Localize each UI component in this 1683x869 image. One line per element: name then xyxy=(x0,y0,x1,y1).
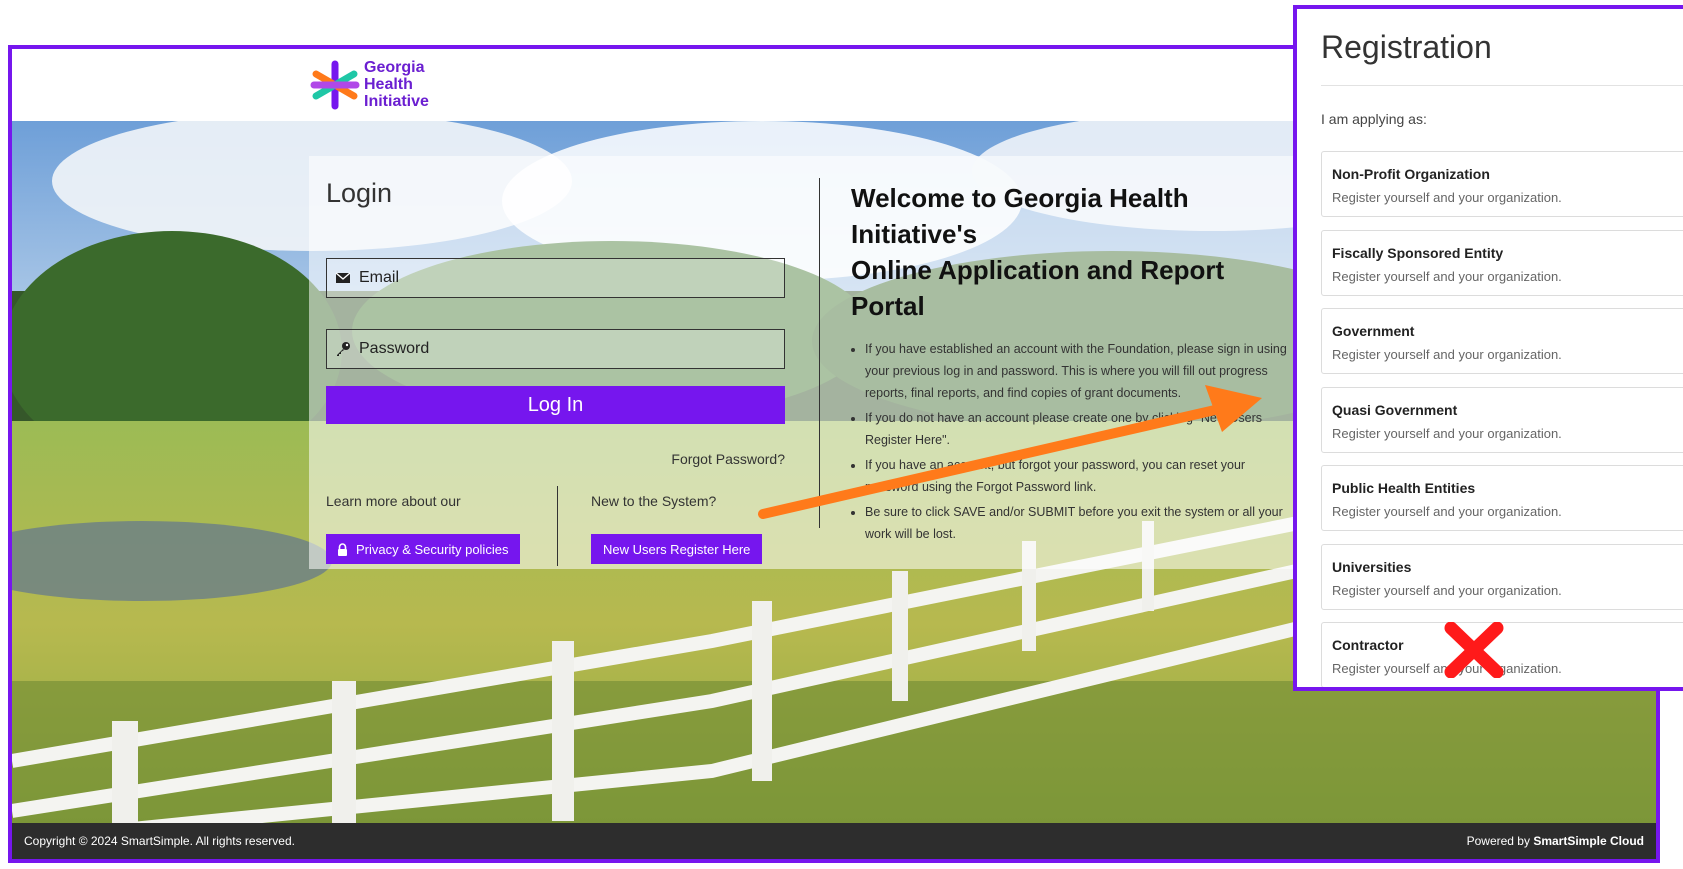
log-in-button[interactable]: Log In xyxy=(326,386,785,424)
logo-line1: Georgia xyxy=(364,59,425,76)
red-x-icon xyxy=(1444,622,1504,678)
logo-star-icon xyxy=(310,60,360,109)
welcome-title: Welcome to Georgia Health Initiative's O… xyxy=(851,180,1291,324)
option-universities[interactable]: Universities Register yourself and your … xyxy=(1321,544,1683,610)
welcome-title-line2: Online Application and Report Portal xyxy=(851,255,1225,321)
site-footer: Copyright © 2024 SmartSimple. All rights… xyxy=(12,823,1656,859)
option-desc: Register yourself and your organization. xyxy=(1332,426,1562,441)
option-fiscally-sponsored[interactable]: Fiscally Sponsored Entity Register yours… xyxy=(1321,230,1683,296)
option-name: Fiscally Sponsored Entity xyxy=(1332,245,1504,261)
privacy-button-label: Privacy & Security policies xyxy=(356,541,509,557)
login-panel: Login Email Password Log In Forgot Passw… xyxy=(309,156,1309,569)
registration-title: Registration xyxy=(1321,29,1492,65)
powered-by: Powered by SmartSimple Cloud xyxy=(1467,834,1644,848)
option-public-health[interactable]: Public Health Entities Register yourself… xyxy=(1321,465,1683,531)
option-quasi-government[interactable]: Quasi Government Register yourself and y… xyxy=(1321,387,1683,453)
powered-by-label: Powered by xyxy=(1466,834,1530,848)
key-icon xyxy=(337,342,350,356)
new-to-system-label: New to the System? xyxy=(591,493,717,509)
logo-line3: Initiative xyxy=(364,93,429,110)
option-non-profit[interactable]: Non-Profit Organization Register yoursel… xyxy=(1321,151,1683,217)
applying-as-label: I am applying as: xyxy=(1321,111,1427,127)
option-government[interactable]: Government Register yourself and your or… xyxy=(1321,308,1683,374)
new-users-register-button[interactable]: New Users Register Here xyxy=(591,534,763,564)
login-column: Login Email Password Log In Forgot Passw… xyxy=(326,178,785,566)
learn-more-label: Learn more about our xyxy=(326,493,461,509)
welcome-column: Welcome to Georgia Health Initiative's O… xyxy=(851,180,1291,548)
welcome-title-line1: Welcome to Georgia Health Initiative's xyxy=(851,183,1189,249)
logo-text: Georgia Health Initiative xyxy=(364,59,429,110)
option-name: Contractor xyxy=(1332,637,1404,653)
option-desc: Register yourself and your organization. xyxy=(1332,583,1562,598)
option-name: Quasi Government xyxy=(1332,402,1458,418)
instructions-list: If you have established an account with … xyxy=(851,338,1291,545)
title-divider xyxy=(1321,85,1683,86)
option-name: Universities xyxy=(1332,559,1412,575)
option-name: Non-Profit Organization xyxy=(1332,166,1490,182)
registration-panel: Registration I am applying as: Non-Profi… xyxy=(1293,5,1683,691)
logo-line2: Health xyxy=(364,76,413,93)
option-desc: Register yourself and your organization. xyxy=(1332,190,1562,205)
envelope-icon xyxy=(335,272,351,283)
email-field[interactable]: Email xyxy=(326,258,785,298)
vertical-divider xyxy=(557,486,558,566)
option-name: Government xyxy=(1332,323,1415,339)
password-field[interactable]: Password xyxy=(326,329,785,369)
login-title: Login xyxy=(326,178,393,208)
option-desc: Register yourself and your organization. xyxy=(1332,347,1562,362)
copyright-text: Copyright © 2024 SmartSimple. All rights… xyxy=(24,834,295,848)
instruction-item: If you do not have an account please cre… xyxy=(865,407,1291,451)
password-placeholder: Password xyxy=(359,340,430,357)
powered-by-brand[interactable]: SmartSimple Cloud xyxy=(1533,834,1644,848)
lock-icon xyxy=(338,542,347,556)
forgot-password-link[interactable]: Forgot Password? xyxy=(671,451,785,467)
option-name: Public Health Entities xyxy=(1332,480,1476,496)
option-contractor[interactable]: Contractor Register yourself and your or… xyxy=(1321,622,1683,687)
privacy-security-button[interactable]: Privacy & Security policies xyxy=(326,534,521,564)
column-divider xyxy=(819,178,820,528)
instruction-item: If you have established an account with … xyxy=(865,338,1291,404)
instruction-item: If you have an account, but forgot your … xyxy=(865,454,1291,498)
email-placeholder: Email xyxy=(359,269,400,286)
option-desc: Register yourself and your organization. xyxy=(1332,269,1562,284)
instruction-item: Be sure to click SAVE and/or SUBMIT befo… xyxy=(865,501,1291,545)
option-desc: Register yourself and your organization. xyxy=(1332,504,1562,519)
logo[interactable]: Georgia Health Initiative xyxy=(310,59,429,110)
